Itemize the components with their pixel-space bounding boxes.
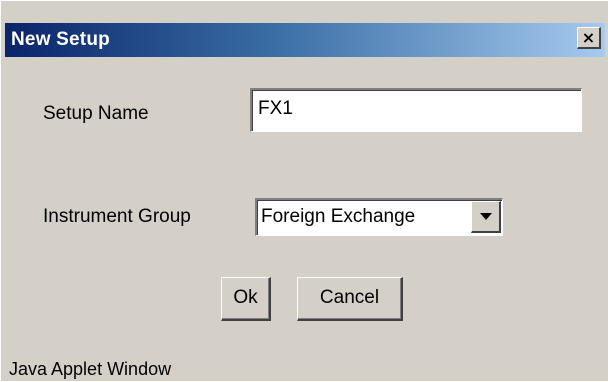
dialog-window: New Setup × Setup Name FX1 Instrument Gr… [0, 0, 608, 381]
close-icon: × [581, 28, 596, 47]
dialog-title: New Setup [11, 29, 110, 50]
instrument-group-select[interactable]: Foreign Exchange [255, 198, 503, 236]
setup-name-label: Setup Name [43, 103, 149, 124]
close-button[interactable]: × [577, 27, 601, 49]
title-bar[interactable]: New Setup × [5, 23, 605, 57]
dropdown-button[interactable] [471, 201, 501, 233]
instrument-group-label: Instrument Group [43, 206, 191, 227]
applet-warning-bar: Java Applet Window [9, 359, 172, 379]
ok-button[interactable]: Ok [221, 277, 271, 321]
cancel-button[interactable]: Cancel [297, 277, 403, 321]
setup-name-input[interactable]: FX1 [250, 88, 582, 132]
instrument-group-selected-value: Foreign Exchange [261, 206, 416, 227]
